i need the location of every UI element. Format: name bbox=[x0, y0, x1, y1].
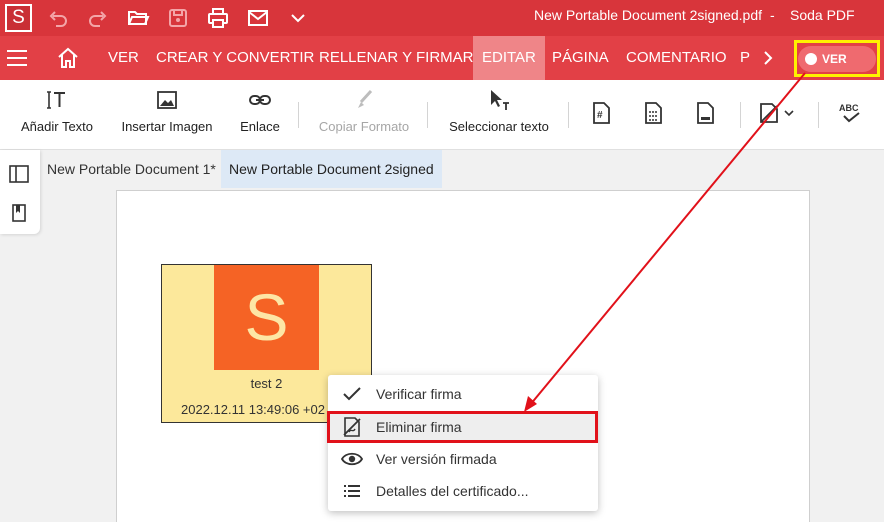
menu-item-label: Detalles del certificado... bbox=[376, 483, 529, 499]
edit-toolbar: Añadir Texto Insertar Imagen Enlace Copi… bbox=[0, 80, 884, 150]
ver-toggle-label: VER bbox=[822, 52, 847, 66]
toolbar-divider bbox=[298, 102, 299, 128]
select-text-cursor-icon bbox=[491, 90, 509, 110]
svg-text:ABC: ABC bbox=[839, 103, 859, 113]
title-bar: S New Portable Document 2signed.pdf - So… bbox=[0, 0, 884, 36]
svg-text:#: # bbox=[597, 110, 603, 121]
open-folder-icon[interactable] bbox=[126, 6, 150, 30]
select-text-label: Seleccionar texto bbox=[449, 119, 549, 134]
signature-context-menu: Verificar firma Eliminar firma Ver versi… bbox=[328, 375, 598, 511]
menu-item-label: Ver versión firmada bbox=[376, 451, 497, 467]
toggle-knob bbox=[805, 53, 817, 65]
chevron-down-icon[interactable] bbox=[783, 101, 795, 125]
toolbar-divider bbox=[818, 102, 819, 128]
link-label: Enlace bbox=[240, 119, 280, 134]
copy-format-button[interactable]: Copiar Formato bbox=[316, 80, 412, 150]
app-name: Soda PDF bbox=[790, 7, 855, 23]
list-icon bbox=[344, 485, 360, 497]
format-painter-icon bbox=[358, 89, 373, 108]
save-icon[interactable] bbox=[166, 6, 190, 30]
redo-icon[interactable] bbox=[86, 6, 110, 30]
home-icon[interactable] bbox=[57, 47, 79, 69]
menu-bar: VER CREAR Y CONVERTIR RELLENAR Y FIRMAR … bbox=[0, 36, 884, 80]
link-button[interactable]: Enlace bbox=[234, 80, 286, 150]
eye-icon bbox=[341, 452, 363, 466]
link-icon bbox=[249, 95, 271, 105]
tab-ver[interactable]: VER bbox=[108, 36, 139, 80]
remove-signature-highlight bbox=[327, 411, 598, 443]
tab-rellenar-y-firmar[interactable]: RELLENAR Y FIRMAR bbox=[319, 36, 474, 80]
bates-numbering-icon[interactable] bbox=[641, 101, 665, 125]
hamburger-menu-icon[interactable] bbox=[7, 48, 29, 68]
menu-item-view-signed-version[interactable]: Ver versión firmada bbox=[328, 443, 598, 475]
toolbar-divider bbox=[568, 102, 569, 128]
menu-item-verify-signature[interactable]: Verificar firma bbox=[328, 378, 598, 410]
header-footer-icon[interactable] bbox=[693, 101, 717, 125]
tab-editar[interactable]: EDITAR bbox=[473, 36, 545, 80]
signature-logo: S bbox=[214, 265, 319, 370]
checkmark-icon bbox=[343, 387, 361, 401]
add-text-label: Añadir Texto bbox=[20, 119, 94, 134]
undo-icon[interactable] bbox=[46, 6, 70, 30]
chevron-down-icon[interactable] bbox=[286, 6, 310, 30]
add-text-button[interactable]: Añadir Texto bbox=[14, 80, 100, 150]
app-logo[interactable]: S bbox=[5, 4, 32, 32]
ver-mode-toggle[interactable]: VER bbox=[798, 46, 876, 72]
toolbar-divider bbox=[740, 102, 741, 128]
insert-image-button[interactable]: Insertar Imagen bbox=[117, 80, 217, 150]
document-title: New Portable Document 2signed.pdf bbox=[534, 7, 763, 23]
image-icon bbox=[157, 91, 177, 109]
add-text-icon bbox=[47, 91, 65, 109]
tab-truncated[interactable]: P bbox=[740, 36, 750, 80]
select-text-button[interactable]: Seleccionar texto bbox=[445, 80, 553, 150]
print-icon[interactable] bbox=[206, 6, 230, 30]
insert-image-label: Insertar Imagen bbox=[121, 119, 213, 134]
copy-format-label: Copiar Formato bbox=[318, 119, 410, 134]
spell-check-icon[interactable]: ABC bbox=[838, 101, 864, 125]
app-logo-letter: S bbox=[7, 6, 30, 30]
tab-pagina[interactable]: PÁGINA bbox=[552, 36, 609, 80]
menu-item-label: Verificar firma bbox=[376, 386, 462, 402]
chevron-right-icon[interactable] bbox=[760, 49, 776, 67]
mail-icon[interactable] bbox=[246, 6, 270, 30]
menu-item-certificate-details[interactable]: Detalles del certificado... bbox=[328, 475, 598, 507]
title-separator: - bbox=[770, 7, 775, 23]
panel-toggle-icon[interactable] bbox=[9, 164, 29, 184]
tab-comentario[interactable]: COMENTARIO bbox=[626, 36, 727, 80]
background-icon[interactable] bbox=[757, 101, 781, 125]
bookmark-icon[interactable] bbox=[9, 203, 29, 223]
tab-crear-y-convertir[interactable]: CREAR Y CONVERTIR bbox=[156, 36, 314, 80]
signature-date: 2022.12.11 13:49:06 +02 bbox=[181, 402, 325, 417]
doc-tab-2-active[interactable]: New Portable Document 2signed bbox=[221, 150, 442, 188]
side-panel bbox=[0, 150, 40, 234]
doc-tab-1[interactable]: New Portable Document 1* bbox=[39, 150, 224, 188]
page-number-icon[interactable]: # bbox=[589, 101, 613, 125]
toolbar-divider bbox=[427, 102, 428, 128]
